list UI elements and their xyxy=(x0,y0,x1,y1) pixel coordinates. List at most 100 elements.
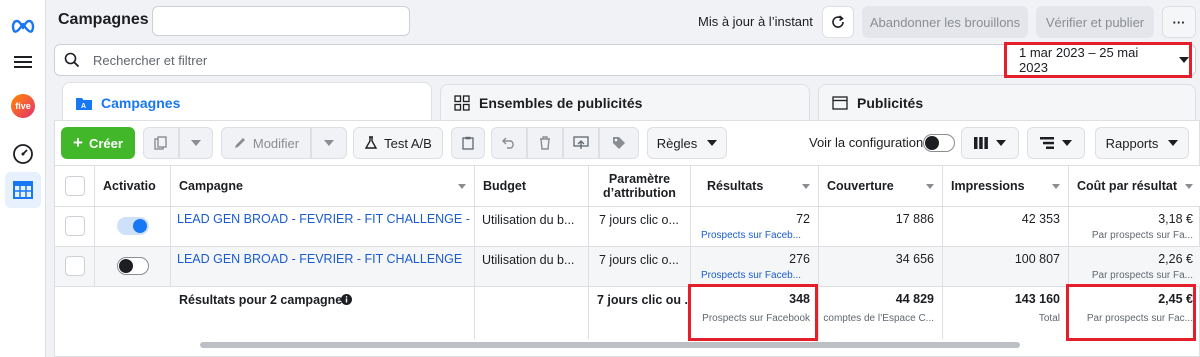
results-type: Prospects sur Faceb... xyxy=(701,270,802,281)
caret-down-icon xyxy=(1168,140,1179,146)
clipboard-icon xyxy=(462,136,474,150)
cost-type: Par prospects sur Fa... xyxy=(1091,230,1193,241)
caret-down-icon xyxy=(324,140,334,146)
campaign-name-input[interactable] xyxy=(152,6,410,36)
columns-button[interactable] xyxy=(961,127,1019,159)
create-button[interactable]: + Créer xyxy=(61,127,135,159)
caret-down-icon xyxy=(707,140,718,146)
totals-label: Résultats pour 2 campagnes xyxy=(179,293,350,307)
breakdown-button[interactable] xyxy=(1027,127,1085,159)
sort-caret-icon xyxy=(1185,184,1193,189)
totals-row: Résultats pour 2 campagnes 7 jours clic … xyxy=(55,287,1200,339)
column-header-results[interactable]: Résultats xyxy=(691,166,819,206)
ad-icon xyxy=(831,94,849,112)
tab-campaigns-label: Campagnes xyxy=(101,94,181,111)
totals-reach-type: comptes de l’Espace C... xyxy=(823,313,934,324)
date-range-label: 1 mar 2023 – 25 mai 2023 xyxy=(1019,45,1139,75)
review-publish-button[interactable]: Vérifier et publier xyxy=(1036,6,1154,38)
column-header-reach[interactable]: Couverture xyxy=(819,166,943,206)
info-icon[interactable] xyxy=(341,294,352,305)
export-button[interactable] xyxy=(563,127,599,159)
totals-impressions: 143 160 xyxy=(1014,292,1060,306)
column-header-cost-per-result[interactable]: Coût par résultat xyxy=(1069,166,1200,206)
cost-value: 3,18 € xyxy=(1158,212,1193,226)
campaign-name-link[interactable]: LEAD GEN BROAD - FEVRIER - FIT CHALLENGE… xyxy=(177,212,474,226)
totals-impressions-type: Total xyxy=(1038,313,1060,324)
budget-value: Utilisation du b... xyxy=(482,253,575,267)
column-header-budget[interactable]: Budget xyxy=(475,166,589,206)
discard-drafts-button[interactable]: Abandonner les brouillons xyxy=(862,6,1028,38)
impressions-value: 100 807 xyxy=(1014,252,1060,266)
column-header-impressions[interactable]: Impressions xyxy=(943,166,1069,206)
caret-down-icon xyxy=(1062,140,1072,146)
sort-caret-icon xyxy=(1052,184,1060,189)
duplicate-icon xyxy=(154,136,167,150)
menu-icon[interactable] xyxy=(5,44,41,80)
cost-type: Par prospects sur Fa... xyxy=(1091,270,1193,281)
edit-button[interactable]: Modifier xyxy=(221,127,311,159)
rules-button[interactable]: Règles xyxy=(647,127,727,159)
reports-label: Rapports xyxy=(1105,135,1159,151)
impressions-value: 42 353 xyxy=(1021,212,1060,226)
breakdown-icon xyxy=(1040,137,1054,149)
column-header-attribution[interactable]: Paramètre d’attribution xyxy=(589,166,691,206)
cost-value: 2,26 € xyxy=(1158,252,1193,266)
attribution-value: 7 jours clic o... xyxy=(599,213,679,227)
search-input[interactable]: Rechercher et filtrer xyxy=(93,53,207,68)
row-checkbox[interactable] xyxy=(65,216,85,236)
column-header-campaign[interactable]: Campagne xyxy=(171,166,475,206)
edit-label: Modifier xyxy=(252,135,300,151)
sort-caret-icon xyxy=(458,184,466,189)
svg-text:A: A xyxy=(81,103,86,110)
campaign-name-link[interactable]: LEAD GEN BROAD - FEVRIER - FIT CHALLENGE xyxy=(177,252,462,266)
highlight-cost-total xyxy=(1066,284,1196,341)
campaigns-panel: + Créer Modifier Test A/B Règles Voir la… xyxy=(54,120,1200,357)
more-button[interactable]: ··· xyxy=(1162,6,1196,38)
edit-dropdown[interactable] xyxy=(311,127,347,159)
tag-button[interactable] xyxy=(599,127,639,159)
column-header-activation[interactable]: Activatio xyxy=(95,166,171,206)
duplicate-dropdown[interactable] xyxy=(179,127,213,159)
clipboard-button[interactable] xyxy=(451,127,485,159)
select-all-checkbox[interactable] xyxy=(65,176,85,196)
table-row[interactable]: LEAD GEN BROAD - FEVRIER - FIT CHALLENGE… xyxy=(55,247,1200,287)
row-checkbox[interactable] xyxy=(65,256,85,276)
view-config-toggle[interactable] xyxy=(923,134,955,152)
budget-value: Utilisation du b... xyxy=(482,213,575,227)
duplicate-button[interactable] xyxy=(143,127,179,159)
reach-value: 34 656 xyxy=(895,252,934,266)
columns-icon xyxy=(974,137,988,149)
tab-ad-sets[interactable]: Ensembles de publicités xyxy=(440,84,810,120)
updated-status: Mis à jour à l’instant xyxy=(698,14,813,29)
campaign-toggle[interactable] xyxy=(117,217,149,235)
results-value: 276 xyxy=(789,252,810,266)
export-icon xyxy=(573,136,589,149)
left-nav-rail: five xyxy=(0,0,46,357)
trash-icon xyxy=(540,136,550,150)
view-config-label: Voir la configuration xyxy=(809,135,924,150)
gauge-icon[interactable] xyxy=(5,136,41,172)
table-icon[interactable] xyxy=(5,172,41,208)
reports-button[interactable]: Rapports xyxy=(1095,127,1189,159)
meta-logo-icon[interactable] xyxy=(5,8,41,44)
undo-button[interactable] xyxy=(491,127,527,159)
refresh-button[interactable] xyxy=(822,6,854,38)
search-icon xyxy=(64,52,80,68)
horizontal-scrollbar[interactable] xyxy=(200,342,1020,348)
undo-icon xyxy=(502,137,514,149)
results-value: 72 xyxy=(796,212,810,226)
create-label: Créer xyxy=(88,135,123,151)
tab-ads[interactable]: Publicités xyxy=(818,84,1196,120)
five-logo[interactable]: five xyxy=(5,88,41,124)
date-range-picker[interactable]: 1 mar 2023 – 25 mai 2023 xyxy=(1004,42,1192,78)
pencil-icon xyxy=(234,138,245,148)
table-row[interactable]: LEAD GEN BROAD - FEVRIER - FIT CHALLENGE… xyxy=(55,207,1200,247)
tab-campaigns[interactable]: A Campagnes xyxy=(62,82,432,122)
flask-icon xyxy=(364,136,378,149)
delete-button[interactable] xyxy=(527,127,563,159)
tab-ad-sets-label: Ensembles de publicités xyxy=(479,94,643,111)
table-header-row: Activatio Campagne Budget Paramètre d’at… xyxy=(55,165,1200,207)
search-filter-bar[interactable]: Rechercher et filtrer 1 mar 2023 – 25 ma… xyxy=(54,42,1196,78)
campaign-toggle[interactable] xyxy=(117,257,149,275)
ab-test-button[interactable]: Test A/B xyxy=(353,127,443,159)
